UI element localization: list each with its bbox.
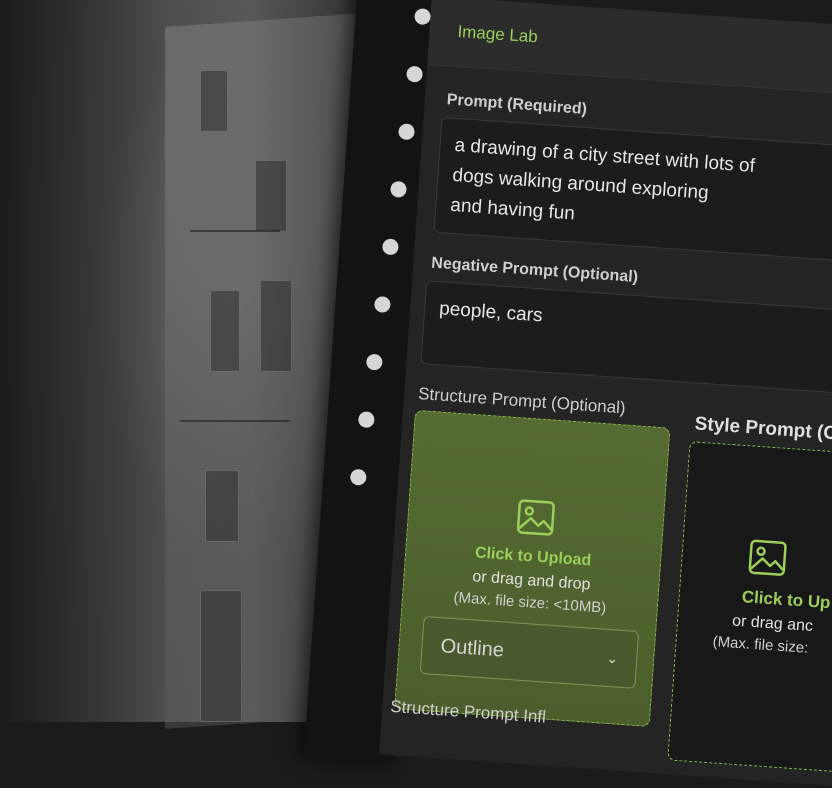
style-upload-dropzone[interactable]: Click to Up or drag anc (Max. file size: bbox=[667, 441, 832, 775]
app-title: Image Lab bbox=[456, 21, 539, 47]
style-prompt-label-text: Style Prompt (Op bbox=[694, 413, 832, 446]
max-size-hint: (Max. file size: bbox=[712, 633, 809, 657]
style-prompt-label: Style Prompt (Op bbox=[694, 413, 832, 446]
structure-type-value: Outline bbox=[439, 634, 505, 662]
film-hole bbox=[389, 180, 408, 198]
image-icon bbox=[515, 498, 556, 542]
image-icon bbox=[747, 538, 788, 582]
film-hole bbox=[357, 411, 375, 429]
prompt-label: Prompt (Required) bbox=[446, 91, 587, 119]
film-hole bbox=[349, 468, 367, 486]
chevron-down-icon: ⌄ bbox=[606, 649, 619, 667]
image-lab-panel: Image Lab Prompt (Required) a drawing of… bbox=[378, 0, 832, 787]
film-hole bbox=[414, 8, 432, 26]
negative-prompt-label-suffix: (Optional) bbox=[562, 263, 639, 287]
negative-prompt-value: people, cars bbox=[438, 298, 544, 327]
film-hole bbox=[406, 65, 424, 83]
negative-prompt-input[interactable]: people, cars bbox=[420, 280, 832, 396]
structure-upload-dropzone[interactable]: Click to Upload or drag and drop (Max. f… bbox=[394, 409, 671, 727]
film-hole bbox=[365, 353, 383, 371]
prompt-label-main: Prompt bbox=[446, 91, 504, 113]
structure-type-select[interactable]: Outline ⌄ bbox=[419, 615, 640, 689]
prompt-label-suffix: (Required) bbox=[506, 95, 588, 119]
click-to-upload-link[interactable]: Click to Up bbox=[741, 587, 832, 616]
app-header: Image Lab bbox=[427, 0, 832, 98]
film-hole bbox=[373, 295, 391, 314]
prompt-textarea[interactable]: a drawing of a city street with lots of … bbox=[433, 116, 832, 264]
negative-prompt-label-main: Negative Prompt bbox=[430, 254, 559, 281]
film-hole bbox=[381, 238, 399, 256]
film-hole bbox=[397, 123, 416, 141]
